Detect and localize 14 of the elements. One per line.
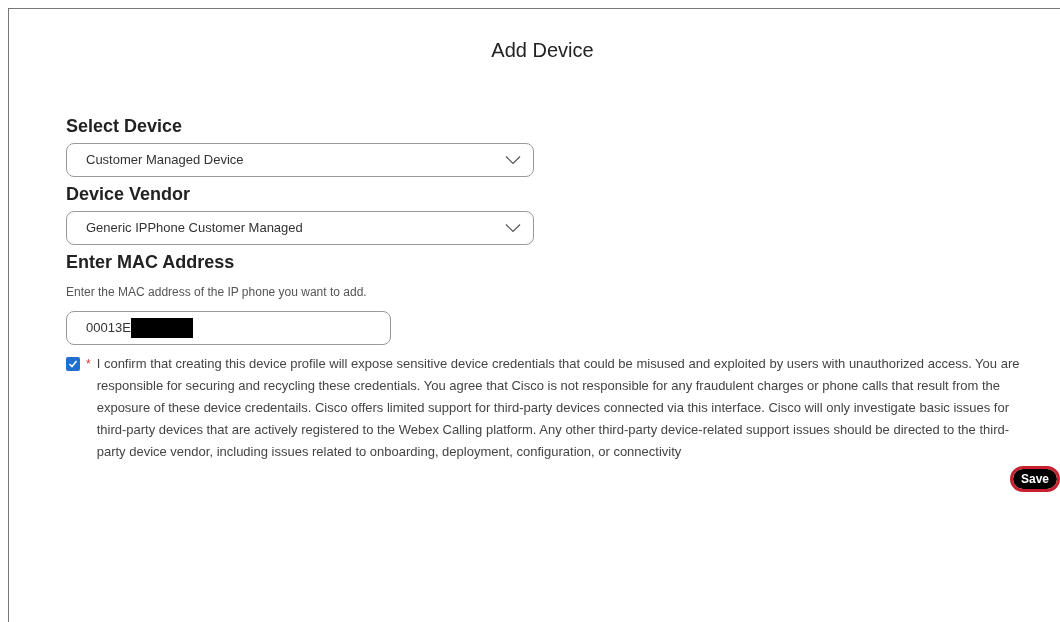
dialog-title: Add Device <box>491 38 594 63</box>
checkbox[interactable] <box>66 357 80 371</box>
chevron-down-icon <box>505 223 521 233</box>
field-hint: Enter the MAC address of the IP phone you want to add. <box>66 284 368 301</box>
input-field[interactable]: 00013E <box>66 311 391 345</box>
field-label: Select Device <box>66 115 184 138</box>
select-field[interactable]: Customer Managed Device <box>66 143 534 177</box>
required-asterisk: * <box>86 356 91 373</box>
consent-text: I confirm that creating this device profile will expose sensitive device credentials that could be misused and exploited by users with unauthorized access. You are responsible for securing and recycling these credentials. You agree that Cisco is not responsible for any fraudulent charges or phone calls that result from the exposure of these device credentails. Cisco offers limited support for third-party devices connected via this interface. Cisco will only investigate basic issues for third-party devices that are actively registered to the Webex Calling platform. Any other third-party device-related support issues should be directed to the third-party device vendor, including issues related to onboarding, deployment, configuration, or connectivity <box>96 355 1021 461</box>
field-label: Enter MAC Address <box>66 251 236 274</box>
save-button[interactable]: Save <box>1012 469 1057 489</box>
field-label: Device Vendor <box>66 183 192 206</box>
chevron-down-icon <box>505 155 521 165</box>
select-field[interactable]: Generic IPPhone Customer Managed <box>66 211 534 245</box>
